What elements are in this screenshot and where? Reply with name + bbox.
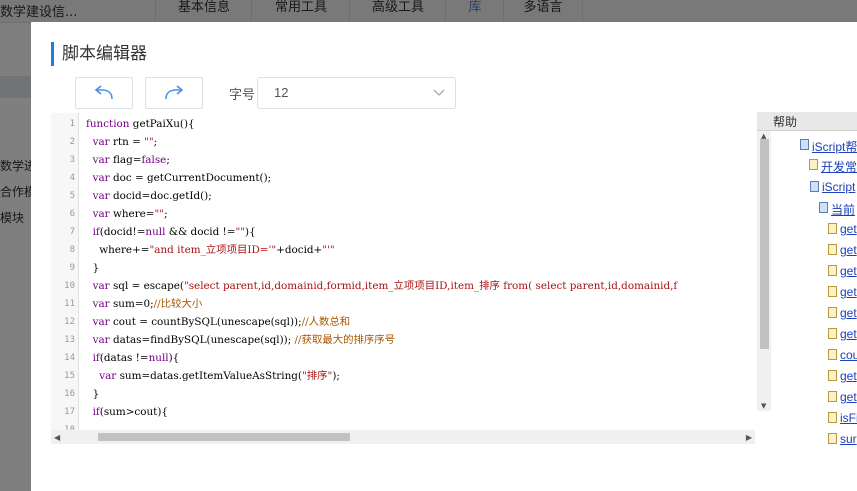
code-line: var datas=findBySQL(unescape(sql)); //获取…: [92, 334, 396, 346]
redo-button[interactable]: [145, 77, 203, 109]
book-icon: [819, 202, 828, 213]
editor-horizontal-scrollbar[interactable]: ◀ ▶: [51, 430, 755, 444]
help-tree-item[interactable]: get: [840, 306, 857, 320]
dialog-title: 脚本编辑器: [51, 42, 147, 66]
document-icon: [828, 370, 837, 381]
line-number: 9: [69, 263, 75, 273]
code-line: var flag=false;: [92, 154, 170, 166]
document-icon: [828, 265, 837, 276]
code-line: if(docid!=null && docid !=""){: [92, 226, 256, 238]
help-panel: 帮助 ▲ ▼ iScript帮 开发常 iScript 当前 get get g…: [757, 112, 857, 452]
code-line: where+="and item_立项项目ID='"+docid+"'": [86, 244, 335, 256]
document-icon: [828, 391, 837, 402]
document-icon: [809, 159, 818, 170]
code-line: }: [86, 388, 100, 400]
line-number: 8: [69, 245, 75, 255]
code-line: if(datas !=null){: [92, 352, 180, 364]
line-number: 10: [64, 281, 75, 291]
help-tree-item[interactable]: iScript帮: [812, 138, 857, 155]
help-panel-header: 帮助: [757, 112, 857, 131]
line-number: 12: [64, 317, 75, 327]
scroll-left-icon[interactable]: ◀: [54, 433, 60, 442]
help-tree-item[interactable]: 开发常: [821, 158, 857, 175]
scrollbar-thumb[interactable]: [760, 139, 769, 349]
line-number: 3: [69, 155, 75, 165]
help-panel-title: 帮助: [773, 115, 798, 129]
code-line: function getPaiXu(){: [86, 118, 195, 130]
help-tree-item[interactable]: isFi: [840, 411, 857, 425]
redo-icon: [165, 85, 184, 100]
help-tree-item[interactable]: get: [840, 285, 857, 299]
line-number: 16: [64, 389, 75, 399]
document-icon: [828, 307, 837, 318]
code-line: var sum=0;//比较大小: [92, 298, 203, 310]
help-tree-item[interactable]: get: [840, 327, 857, 341]
font-size-label: 字号: [229, 88, 256, 103]
font-size-value: 12: [274, 85, 289, 100]
document-icon: [828, 286, 837, 297]
undo-button[interactable]: [75, 77, 133, 109]
code-line: }: [86, 262, 100, 274]
line-number-gutter: 1 2 3 4 5 6 7 8 9 10 11 12 13 14 15 16 1…: [51, 113, 79, 430]
line-number: 14: [64, 353, 75, 363]
help-tree-item[interactable]: get: [840, 264, 857, 278]
code-line: var sum=datas.getItemValueAsString("排序")…: [99, 370, 340, 382]
help-tree-item[interactable]: get: [840, 243, 857, 257]
document-icon: [828, 223, 837, 234]
line-number: 6: [69, 209, 75, 219]
code-editor[interactable]: 1 2 3 4 5 6 7 8 9 10 11 12 13 14 15 16 1…: [51, 113, 755, 430]
code-line: var doc = getCurrentDocument();: [92, 172, 272, 184]
line-number: 15: [64, 371, 75, 381]
line-number: 11: [64, 299, 75, 309]
line-number: 2: [69, 137, 75, 147]
line-number: 7: [69, 227, 75, 237]
book-icon: [800, 139, 809, 150]
document-icon: [828, 433, 837, 444]
help-vertical-scrollbar[interactable]: ▲ ▼: [757, 131, 771, 411]
code-line: var rtn = "";: [92, 136, 158, 148]
code-line: if(sum>cout){: [92, 406, 169, 418]
script-editor-dialog: 脚本编辑器 字号 12 1 2 3 4 5 6 7 8 9 10 11 12 1…: [31, 22, 857, 491]
scrollbar-thumb[interactable]: [98, 433, 350, 441]
document-icon: [828, 244, 837, 255]
book-icon: [810, 181, 819, 192]
code-line: var where="";: [92, 208, 168, 220]
scroll-right-icon[interactable]: ▶: [746, 433, 752, 442]
line-number: 17: [64, 407, 75, 417]
help-tree-item[interactable]: get: [840, 369, 857, 383]
help-tree-item[interactable]: sur: [840, 432, 857, 446]
line-number: 1: [69, 119, 75, 129]
code-line: var cout = countBySQL(unescape(sql));//人…: [92, 316, 351, 328]
code-line: var docid=doc.getId();: [92, 190, 212, 202]
help-tree-item[interactable]: cou: [840, 348, 857, 362]
line-number: 4: [69, 173, 75, 183]
document-icon: [828, 349, 837, 360]
chevron-down-icon: [433, 89, 445, 96]
code-line: var sql = escape("select parent,id,domai…: [92, 280, 678, 292]
font-size-select[interactable]: 12: [257, 77, 456, 109]
line-number: 5: [69, 191, 75, 201]
document-icon: [828, 412, 837, 423]
undo-icon: [94, 85, 113, 100]
document-icon: [828, 328, 837, 339]
help-tree-item[interactable]: get: [840, 390, 857, 404]
scroll-down-icon[interactable]: ▼: [761, 402, 766, 410]
help-tree-item[interactable]: get: [840, 222, 857, 236]
help-tree-item[interactable]: iScript: [822, 180, 855, 194]
line-number: 13: [64, 335, 75, 345]
help-tree-item[interactable]: 当前: [831, 201, 855, 218]
